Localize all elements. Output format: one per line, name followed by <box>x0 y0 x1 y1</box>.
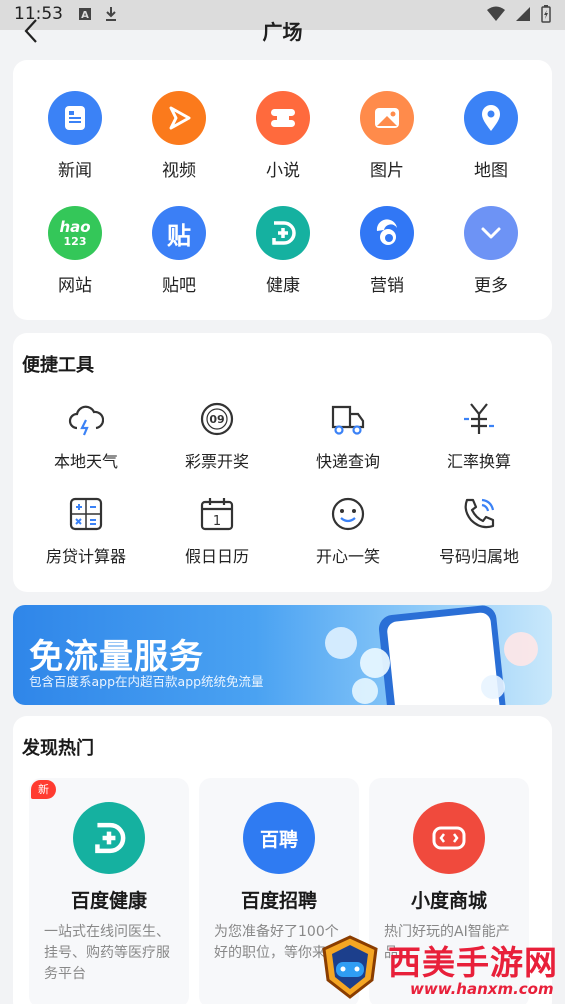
lottery-icon: 09 <box>200 402 234 436</box>
tool-calendar[interactable]: 1 假日日历 <box>152 496 282 567</box>
watermark-name: 西美手游网 <box>388 943 558 982</box>
hot-section-title: 发现热门 <box>22 738 94 759</box>
app-label: 网站 <box>58 276 92 296</box>
app-label: 更多 <box>474 276 508 296</box>
tool-lottery[interactable]: 09 彩票开奖 <box>152 401 282 472</box>
app-news[interactable]: 新闻 <box>23 91 127 181</box>
watermark-url: www.hanxm.com <box>410 980 554 998</box>
tool-label: 彩票开奖 <box>184 452 249 471</box>
app-label: 地图 <box>474 161 508 181</box>
hot-item-name: 小度商城 <box>410 890 487 912</box>
app-label: 营销 <box>370 276 404 296</box>
svg-text:1: 1 <box>213 514 221 529</box>
app-map[interactable]: 地图 <box>439 91 543 181</box>
app-video[interactable]: 视频 <box>127 91 231 181</box>
phone-location-icon <box>464 498 495 529</box>
tool-currency[interactable]: 汇率换算 <box>414 401 544 472</box>
hot-item-name: 百度健康 <box>70 890 147 912</box>
calculator-icon <box>69 497 103 531</box>
app-website[interactable]: hao 123 网站 <box>23 206 127 296</box>
app-tieba[interactable]: 贴 贴吧 <box>127 206 231 296</box>
svg-text:09: 09 <box>209 413 224 426</box>
app-label: 视频 <box>162 161 196 181</box>
tool-joke[interactable]: 开心一笑 <box>283 496 413 567</box>
hao123-icon: hao 123 <box>48 206 102 260</box>
baidu-health-icon <box>73 802 145 874</box>
map-pin-icon <box>464 91 518 145</box>
hot-item-name: 百度招聘 <box>240 890 317 912</box>
hot-item-desc: 一站式在线问医生、挂号、购药等医疗服务平台 <box>44 924 170 982</box>
currency-exchange-icon <box>464 403 494 434</box>
tool-label: 快递查询 <box>315 452 380 471</box>
app-more[interactable]: 更多 <box>439 206 543 296</box>
page-title: 广场 <box>262 20 303 44</box>
banner-subline: 包含百度系app在内超百款app统统免流量 <box>29 674 264 689</box>
calendar-icon: 1 <box>200 498 234 531</box>
app-picture[interactable]: 图片 <box>335 91 439 181</box>
xiaodu-store-icon <box>413 802 485 874</box>
title-bar: 广场 <box>0 12 565 50</box>
app-label: 图片 <box>370 161 404 181</box>
free-data-banner[interactable]: 免流量服务 包含百度系app在内超百款app统统免流量 <box>13 605 552 705</box>
novel-book-icon <box>256 91 310 145</box>
tool-delivery[interactable]: 快递查询 <box>283 401 413 472</box>
delivery-truck-icon <box>331 405 365 435</box>
hot-item-baidu-health[interactable]: 百度健康 一站式在线问医生、挂号、购药等医疗服务平台 <box>29 778 189 1004</box>
tool-label: 汇率换算 <box>446 452 511 471</box>
tool-label: 本地天气 <box>53 452 118 471</box>
app-label: 新闻 <box>58 161 92 181</box>
app-novel[interactable]: 小说 <box>231 91 335 181</box>
picture-icon <box>360 91 414 145</box>
tool-weather[interactable]: 本地天气 <box>21 401 151 472</box>
watermark: 西美手游网 www.hanxm.com <box>318 930 565 1004</box>
weather-icon <box>68 405 105 436</box>
app-label: 健康 <box>266 276 300 296</box>
app-health[interactable]: 健康 <box>231 206 335 296</box>
news-icon <box>48 91 102 145</box>
tool-label: 开心一笑 <box>315 547 380 566</box>
tool-phone-location[interactable]: 号码归属地 <box>414 496 544 567</box>
app-marketing[interactable]: 营销 <box>335 206 439 296</box>
video-play-icon <box>152 91 206 145</box>
baidu-recruit-icon: 百聘 <box>243 802 315 874</box>
marketing-swirl-icon <box>360 206 414 260</box>
tool-label: 号码归属地 <box>438 547 519 566</box>
tools-section-title: 便捷工具 <box>22 355 94 376</box>
tool-label: 假日日历 <box>184 547 249 566</box>
chevron-down-icon <box>464 206 518 260</box>
banner-phone-illustration <box>325 605 538 705</box>
health-cross-icon <box>256 206 310 260</box>
new-badge: 新 <box>31 780 56 799</box>
tool-label: 房贷计算器 <box>45 547 126 566</box>
app-label: 小说 <box>266 161 300 181</box>
app-label: 贴吧 <box>162 276 196 296</box>
tool-calculator[interactable]: 房贷计算器 <box>21 496 151 567</box>
smile-icon <box>331 497 365 531</box>
watermark-logo-icon <box>322 935 378 999</box>
tieba-icon: 贴 <box>152 206 206 260</box>
